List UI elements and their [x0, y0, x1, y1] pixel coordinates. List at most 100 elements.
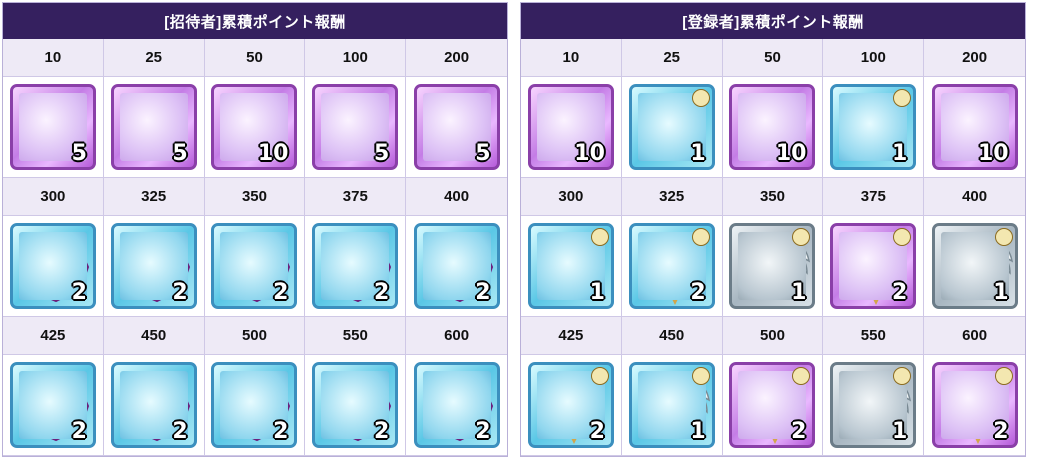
points-threshold: 425 — [521, 317, 622, 355]
reward-cell: 2 — [621, 216, 723, 317]
reward-cell: 1 — [722, 216, 824, 317]
reward-item-mirror[interactable]: 2 — [628, 223, 715, 309]
reward-quantity: 2 — [273, 280, 289, 305]
reward-quantity: 5 — [475, 141, 491, 166]
points-threshold: 375 — [823, 178, 925, 216]
reward-quantity: 2 — [475, 419, 491, 444]
points-threshold: 450 — [621, 317, 723, 355]
reward-quantity: 1 — [690, 419, 706, 444]
reward-item-orb[interactable]: 2 — [211, 223, 298, 309]
reward-item-mirror[interactable]: 2 — [931, 362, 1018, 448]
reward-item-chest[interactable]: 1 — [628, 84, 715, 170]
reward-quantity: 10 — [257, 141, 289, 166]
inviter-panel-title: [招待者]累積ポイント報酬 — [3, 3, 507, 39]
reward-cell: 2 — [406, 355, 507, 456]
points-threshold: 325 — [103, 178, 205, 216]
points-threshold: 600 — [406, 317, 507, 355]
reward-item-orb[interactable]: 2 — [9, 362, 96, 448]
reward-quantity: 2 — [172, 280, 188, 305]
reward-cell: 2 — [521, 355, 622, 456]
points-threshold: 350 — [722, 178, 824, 216]
reward-item-orb[interactable]: 2 — [110, 223, 197, 309]
reward-cell: 2 — [204, 216, 306, 317]
reward-item-orb[interactable]: 2 — [110, 362, 197, 448]
points-threshold: 425 — [3, 317, 104, 355]
reward-cell: 10 — [722, 77, 824, 178]
reward-item-chest[interactable]: 1 — [527, 223, 614, 309]
points-threshold: 25 — [621, 39, 723, 77]
reward-cell: 1 — [924, 216, 1025, 317]
points-threshold: 100 — [823, 39, 925, 77]
reward-quantity: 2 — [172, 419, 188, 444]
reward-quantity: 2 — [373, 419, 390, 444]
reward-cell: 2 — [3, 216, 104, 317]
reward-item-star[interactable]: 1 — [830, 362, 917, 448]
reward-item-star[interactable]: 1 — [931, 223, 1018, 309]
reward-item-gem[interactable]: 5 — [9, 84, 96, 170]
registrant-reward-panel: [登録者]累積ポイント報酬 10 25 50 100 200 10 1 10 1… — [520, 2, 1026, 457]
registrant-reward-grid: 10 25 50 100 200 10 1 10 1 10 300 325 35… — [521, 39, 1025, 456]
reward-item-mirror[interactable]: 2 — [729, 362, 816, 448]
reward-item-gem[interactable]: 5 — [312, 84, 399, 170]
rarity-badge-icon — [691, 228, 710, 246]
rarity-badge-icon — [994, 228, 1013, 246]
points-threshold: 600 — [924, 317, 1025, 355]
rarity-badge-icon — [691, 367, 710, 385]
points-threshold: 400 — [924, 178, 1025, 216]
reward-quantity: 2 — [589, 419, 605, 444]
reward-quantity: 1 — [891, 419, 908, 444]
reward-item-orb[interactable]: 2 — [312, 362, 399, 448]
reward-item-orb[interactable]: 2 — [9, 223, 96, 309]
points-threshold: 10 — [3, 39, 104, 77]
reward-cell: 10 — [924, 77, 1025, 178]
points-threshold: 200 — [406, 39, 507, 77]
reward-item-gem[interactable]: 10 — [527, 84, 614, 170]
reward-cell: 1 — [823, 77, 925, 178]
reward-quantity: 2 — [993, 419, 1009, 444]
reward-cell: 5 — [103, 77, 205, 178]
reward-quantity: 1 — [993, 280, 1009, 305]
reward-cell: 2 — [305, 355, 407, 456]
reward-quantity: 2 — [71, 280, 87, 305]
points-threshold: 550 — [823, 317, 925, 355]
reward-item-orb[interactable]: 2 — [312, 223, 399, 309]
reward-item-star[interactable]: 1 — [729, 223, 816, 309]
points-threshold: 400 — [406, 178, 507, 216]
points-threshold: 300 — [3, 178, 104, 216]
reward-item-mirror[interactable]: 2 — [527, 362, 614, 448]
reward-cell: 2 — [103, 355, 205, 456]
reward-item-gem[interactable]: 10 — [211, 84, 298, 170]
reward-quantity: 5 — [373, 141, 390, 166]
rarity-badge-icon — [590, 367, 609, 385]
reward-quantity: 5 — [71, 141, 87, 166]
reward-cell: 2 — [722, 355, 824, 456]
reward-cell: 1 — [621, 355, 723, 456]
reward-item-orb[interactable]: 2 — [211, 362, 298, 448]
points-threshold: 500 — [204, 317, 306, 355]
reward-item-gem[interactable]: 5 — [413, 84, 500, 170]
rarity-badge-icon — [994, 367, 1013, 385]
points-threshold: 50 — [204, 39, 306, 77]
reward-quantity: 2 — [373, 280, 390, 305]
reward-item-gem[interactable]: 10 — [729, 84, 816, 170]
rarity-badge-icon — [590, 228, 609, 246]
points-threshold: 500 — [722, 317, 824, 355]
reward-quantity: 10 — [574, 141, 605, 166]
reward-item-mirror[interactable]: 2 — [830, 223, 917, 309]
points-threshold: 325 — [621, 178, 723, 216]
reward-item-orb[interactable]: 2 — [413, 362, 500, 448]
points-threshold: 550 — [305, 317, 407, 355]
points-threshold: 50 — [722, 39, 824, 77]
reward-item-chest[interactable]: 1 — [830, 84, 917, 170]
points-threshold: 350 — [204, 178, 306, 216]
reward-quantity: 2 — [71, 419, 87, 444]
reward-quantity: 10 — [775, 141, 807, 166]
reward-cell: 5 — [3, 77, 104, 178]
reward-item-gem[interactable]: 5 — [110, 84, 197, 170]
reward-item-orb[interactable]: 2 — [413, 223, 500, 309]
reward-cell: 5 — [406, 77, 507, 178]
reward-item-gem[interactable]: 10 — [931, 84, 1018, 170]
registrant-panel-title: [登録者]累積ポイント報酬 — [521, 3, 1025, 39]
inviter-reward-panel: [招待者]累積ポイント報酬 10 25 50 100 200 5 5 10 5 … — [2, 2, 508, 457]
reward-item-star[interactable]: 1 — [628, 362, 715, 448]
